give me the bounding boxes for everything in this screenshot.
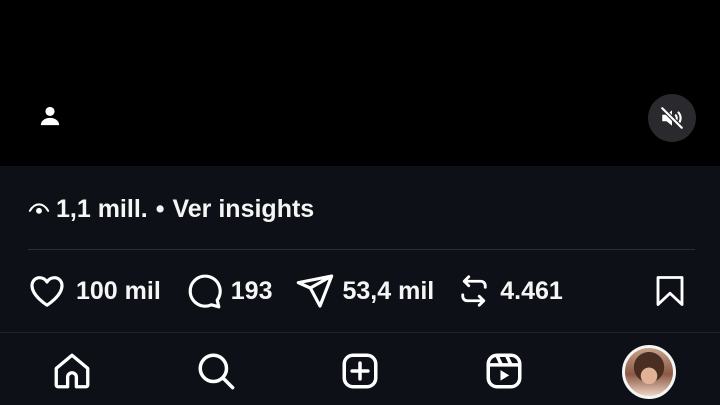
like-button[interactable]: 100 mil xyxy=(26,271,161,311)
heart-icon xyxy=(30,276,64,307)
user-tags-button[interactable] xyxy=(34,100,66,132)
nav-profile-avatar[interactable] xyxy=(622,345,676,399)
save-button[interactable] xyxy=(652,272,688,315)
home-icon xyxy=(54,353,90,389)
repost-count: 4.461 xyxy=(500,276,563,305)
bottom-navigation xyxy=(0,333,720,405)
video-player[interactable] xyxy=(0,0,720,166)
separator-dot: • xyxy=(155,194,165,223)
speaker-muted-icon xyxy=(660,106,684,130)
insights-link[interactable]: Ver insights xyxy=(172,195,314,224)
create-icon xyxy=(342,353,378,389)
bookmark-icon xyxy=(656,276,684,306)
reels-icon xyxy=(486,353,522,389)
comment-icon xyxy=(188,274,222,309)
divider xyxy=(28,249,695,250)
comment-button[interactable]: 193 xyxy=(183,271,273,311)
nav-create[interactable] xyxy=(338,349,382,393)
share-count: 53,4 mil xyxy=(342,276,435,305)
send-icon xyxy=(296,274,333,308)
nav-search[interactable] xyxy=(194,349,238,393)
user-icon xyxy=(40,106,60,126)
mute-button[interactable] xyxy=(648,94,696,142)
post-actions: 100 mil 193 53,4 mil 4.461 xyxy=(26,266,694,316)
eye-icon xyxy=(28,198,50,220)
nav-reels[interactable] xyxy=(482,349,526,393)
view-count: 1,1 mill. xyxy=(56,194,148,223)
share-button[interactable]: 53,4 mil xyxy=(295,271,435,311)
views-insights-row: 1,1 mill. • Ver insights xyxy=(28,190,314,228)
nav-home[interactable] xyxy=(50,349,94,393)
comment-count: 193 xyxy=(230,276,273,305)
like-count: 100 mil xyxy=(76,276,161,305)
search-icon xyxy=(198,353,235,390)
repost-button[interactable]: 4.461 xyxy=(456,271,563,311)
repost-icon xyxy=(461,275,487,307)
